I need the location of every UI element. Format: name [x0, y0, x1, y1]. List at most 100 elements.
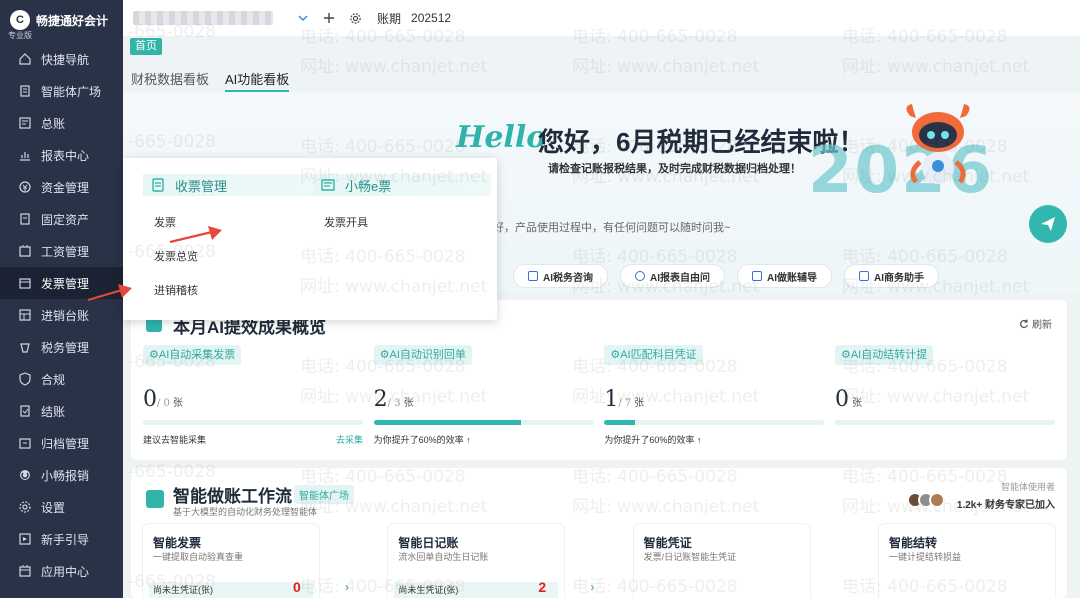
submenu-item-invoice-overview[interactable]: 发票总览: [154, 248, 321, 264]
metrics: ⚙AI自动采集发票 0/ 0 张建议去智能采集 去采集 ⚙AI自动识别回单 2/ 3 张为你…: [143, 345, 1055, 450]
send-button[interactable]: [1029, 205, 1067, 243]
usage-label: 智能体使用者: [1000, 482, 1055, 492]
sidebar-item-label: 应用中心: [41, 564, 90, 579]
sidebar-item[interactable]: 税务管理: [0, 331, 123, 363]
sidebar-item[interactable]: 小畅报销: [0, 459, 123, 491]
ai-overview-card: 本月AI提效成果概览 刷新 ⚙AI自动采集发票 0/ 0 张建议去智能采集 去采集 ⚙A…: [131, 300, 1067, 460]
workflow-item[interactable]: 智能结转 一键计提结转损益: [878, 524, 1055, 598]
brand-name: 畅捷通好会计: [36, 13, 109, 28]
ai-report-ask-button[interactable]: AI报表自由问: [620, 264, 725, 288]
sidebar-item[interactable]: 合规: [0, 363, 123, 395]
sidebar-item[interactable]: 归档管理: [0, 427, 123, 459]
ai-button-label: AI做账辅导: [767, 272, 817, 284]
ai-business-button[interactable]: AI商务助手: [844, 264, 939, 288]
chevron-right-icon[interactable]: ›: [590, 580, 594, 594]
company-selector[interactable]: [133, 11, 273, 25]
metric-item: ⚙AI自动识别回单 2/ 3 张为你提升了60%的效率 ↑: [373, 345, 594, 450]
period-value[interactable]: 202512: [411, 11, 451, 25]
plus-icon[interactable]: [321, 10, 337, 26]
ai-tax-consult-button[interactable]: AI税务咨询: [513, 264, 608, 288]
shield-icon: [18, 372, 32, 386]
metric-tag[interactable]: ⚙AI匹配科目凭证: [604, 345, 703, 365]
send-icon: [1041, 217, 1055, 231]
workflow-item[interactable]: 智能日记账 流水回单自动生日记账 尚未生凭证(张) 2 ›: [388, 524, 594, 598]
invoice-icon: [18, 276, 32, 290]
building-icon: [18, 84, 32, 98]
sidebar-item[interactable]: 工资管理: [0, 235, 123, 267]
metric-tag[interactable]: ⚙AI自动识别回单: [373, 345, 472, 365]
reimburse-icon: [18, 468, 32, 482]
annotation-arrow-icon: [87, 284, 132, 302]
asset-icon: [18, 212, 32, 226]
metric-tag-label: AI自动采集发票: [158, 349, 236, 361]
metric-tag-label: AI自动结转计提: [850, 349, 928, 361]
metric-link[interactable]: 去采集: [336, 433, 363, 446]
metric-value: 0张: [835, 387, 862, 412]
tab-finance-dashboard[interactable]: 财税数据看板: [131, 69, 209, 92]
metric-unit: 张: [634, 398, 645, 409]
sidebar-item-label: 报表中心: [41, 148, 90, 163]
workflow-item[interactable]: 智能凭证 发票/日记账智能生凭证: [633, 524, 810, 598]
sidebar-item[interactable]: 快捷导航: [0, 43, 123, 75]
sidebar-item[interactable]: 报表中心: [0, 139, 123, 171]
sidebar-item[interactable]: 资金管理: [0, 171, 123, 203]
workflow-item[interactable]: 智能发票 一键提取自动验真查重 尚未生凭证(张) 0 ›: [143, 524, 349, 598]
metric-note: 为你提升了60%的效率 ↑: [604, 435, 702, 445]
metric-progress-fill: [604, 420, 636, 425]
tax-icon: [18, 340, 32, 354]
archive-icon: [18, 436, 32, 450]
watermark-text: 网址: www.chanjet.net: [842, 57, 1030, 77]
workflow-item-row: 尚未生凭证(张): [149, 582, 313, 598]
sidebar-item[interactable]: 智能体广场: [0, 75, 123, 107]
sidebar-item[interactable]: 固定资产: [0, 203, 123, 235]
submenu-item-issue-invoice[interactable]: 发票开具: [324, 214, 491, 230]
workflow-item-row: 尚未生凭证(张): [394, 582, 559, 598]
metric-tag[interactable]: ⚙AI自动采集发票: [143, 345, 242, 365]
sidebar-item[interactable]: 新手引导: [0, 523, 123, 555]
hello-text: Hello: [456, 120, 547, 155]
workflow-item-title: 智能日记账: [398, 536, 459, 550]
metric-unit: 张: [403, 398, 414, 409]
sidebar-item[interactable]: 应用中心: [0, 555, 123, 587]
chat-hint[interactable]: 好，产品使用过程中，有任何问题可以随时问我~: [493, 219, 730, 235]
workflow-tag[interactable]: 智能体广场: [294, 485, 354, 504]
submenu-header: 收票管理: [143, 174, 321, 196]
tab-home[interactable]: 首页: [130, 38, 162, 55]
salary-icon: [18, 244, 32, 258]
sidebar-item[interactable]: 结账: [0, 395, 123, 427]
metric-count: 0: [834, 387, 849, 412]
brand-logo: C: [10, 10, 30, 30]
workflow-title: 智能做账工作流: [173, 487, 292, 506]
submenu-item-audit[interactable]: 进销稽核: [154, 282, 321, 298]
metric-item: ⚙AI自动结转计提 0 张: [834, 345, 1055, 450]
sidebar-item-label: 进销台账: [41, 308, 90, 323]
sidebar-item[interactable]: 设置: [0, 491, 123, 523]
workflow-card: 智能做账工作流 智能体广场 基于大模型的自动化财务处理智能体 智能体使用者 1.…: [131, 468, 1067, 598]
metric-total: / 3: [387, 398, 401, 409]
sidebar-item-label: 结账: [41, 404, 66, 419]
tab-ai-dashboard[interactable]: AI功能看板: [225, 69, 290, 92]
sidebar-item-label: 小畅报销: [41, 468, 90, 483]
workflow-item-count: 0: [293, 579, 301, 595]
metric-unit: 张: [851, 398, 862, 409]
money-icon: [18, 180, 32, 194]
sidebar-item-label: 税务管理: [41, 340, 90, 355]
metric-value: 0/ 0张: [143, 387, 183, 412]
workflow-item-count: 2: [538, 579, 547, 595]
chevron-right-icon[interactable]: ›: [345, 580, 349, 594]
sidebar-item[interactable]: 总账: [0, 107, 123, 139]
ai-button-label: AI税务咨询: [543, 272, 593, 284]
refresh-button[interactable]: 刷新: [1019, 316, 1052, 331]
sub-tabs: 财税数据看板 AI功能看板: [131, 69, 290, 92]
gear-icon: [18, 500, 32, 514]
metric-count: 0: [143, 387, 157, 412]
chevron-down-icon[interactable]: [295, 10, 311, 26]
ai-bookkeeping-button[interactable]: AI做账辅导: [737, 264, 832, 288]
workflow-item-title: 智能凭证: [643, 536, 692, 550]
receipt-icon: [149, 176, 167, 194]
gear-icon[interactable]: [347, 10, 363, 26]
metric-note: 为你提升了60%的效率 ↑: [373, 435, 471, 445]
metric-tag[interactable]: ⚙AI自动结转计提: [834, 345, 934, 365]
metric-note: 建议去智能采集: [143, 435, 207, 445]
submenu-title: 收票管理: [175, 178, 228, 194]
